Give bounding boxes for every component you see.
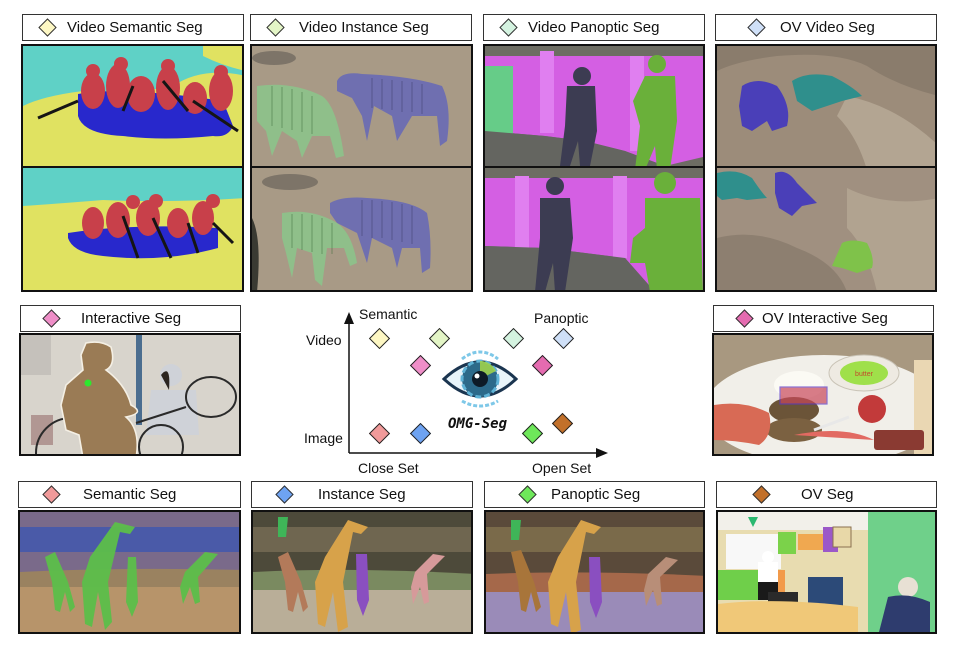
- x-axis-close-set-label: Close Set: [358, 460, 419, 476]
- diamond-icon: [42, 309, 61, 328]
- label-text: OV Interactive Seg: [762, 310, 888, 327]
- diamond-icon: [499, 18, 518, 37]
- video-frame-1: [485, 46, 703, 168]
- diamond-icon: [42, 485, 61, 504]
- video-frame-1: [717, 46, 935, 168]
- diamond-icon: [38, 18, 57, 37]
- diamond-icon: [752, 485, 771, 504]
- panoptic-seg-image: [484, 510, 705, 634]
- video-frame-1: [252, 46, 471, 168]
- omg-seg-figure: Video Semantic Seg Video Instance Seg Vi…: [0, 0, 956, 648]
- diamond-icon: [266, 18, 285, 37]
- video-semantic-seg-image: [21, 44, 244, 292]
- y-axis-video-label: Video: [306, 332, 342, 348]
- top-left-label: Semantic: [359, 306, 418, 322]
- instance-seg-image: [251, 510, 473, 634]
- task-space-diagram: Semantic Panoptic Video Image Close Set …: [300, 300, 620, 480]
- video-frame-2: [252, 168, 471, 290]
- ov-video-seg-image: [715, 44, 937, 292]
- label-text: Video Panoptic Seg: [528, 19, 660, 36]
- video-instance-seg-image: [250, 44, 473, 292]
- eye-icon: [441, 350, 519, 408]
- y-axis-image-label: Image: [304, 430, 343, 446]
- top-right-label: Panoptic: [534, 310, 589, 326]
- annotation-text: butter: [855, 371, 874, 378]
- label-video-instance-seg: Video Instance Seg: [250, 14, 472, 41]
- interactive-seg-image: [19, 333, 241, 456]
- label-instance-seg: Instance Seg: [251, 481, 473, 508]
- label-ov-interactive-seg: OV Interactive Seg: [713, 305, 934, 332]
- logo-text: OMG-Seg: [448, 416, 508, 432]
- label-semantic-seg: Semantic Seg: [18, 481, 241, 508]
- label-text: Instance Seg: [318, 486, 406, 503]
- diamond-icon: [747, 18, 766, 37]
- video-frame-2: [717, 168, 935, 290]
- label-video-semantic-seg: Video Semantic Seg: [22, 14, 244, 41]
- ov-interactive-seg-image: butter: [712, 333, 934, 456]
- bounding-box: [779, 386, 828, 405]
- label-text: OV Seg: [801, 486, 854, 503]
- label-text: Semantic Seg: [83, 486, 177, 503]
- click-point-icon: [84, 379, 92, 387]
- ov-seg-image: [716, 510, 937, 634]
- label-panoptic-seg: Panoptic Seg: [484, 481, 705, 508]
- label-text: Interactive Seg: [81, 310, 182, 327]
- video-frame-2: [485, 168, 703, 290]
- diamond-icon: [518, 485, 537, 504]
- label-text: Panoptic Seg: [551, 486, 641, 503]
- label-text: Video Instance Seg: [299, 19, 429, 36]
- semantic-seg-image: [18, 510, 241, 634]
- x-axis-open-set-label: Open Set: [532, 460, 592, 476]
- label-ov-video-seg: OV Video Seg: [715, 14, 937, 41]
- label-text: OV Video Seg: [780, 19, 875, 36]
- label-video-panoptic-seg: Video Panoptic Seg: [483, 14, 705, 41]
- label-interactive-seg: Interactive Seg: [20, 305, 241, 332]
- diamond-icon: [735, 309, 754, 328]
- label-ov-seg: OV Seg: [716, 481, 937, 508]
- video-frame-1: [23, 46, 242, 168]
- label-text: Video Semantic Seg: [67, 19, 203, 36]
- video-panoptic-seg-image: [483, 44, 705, 292]
- diamond-icon: [275, 485, 294, 504]
- video-frame-2: [23, 168, 242, 290]
